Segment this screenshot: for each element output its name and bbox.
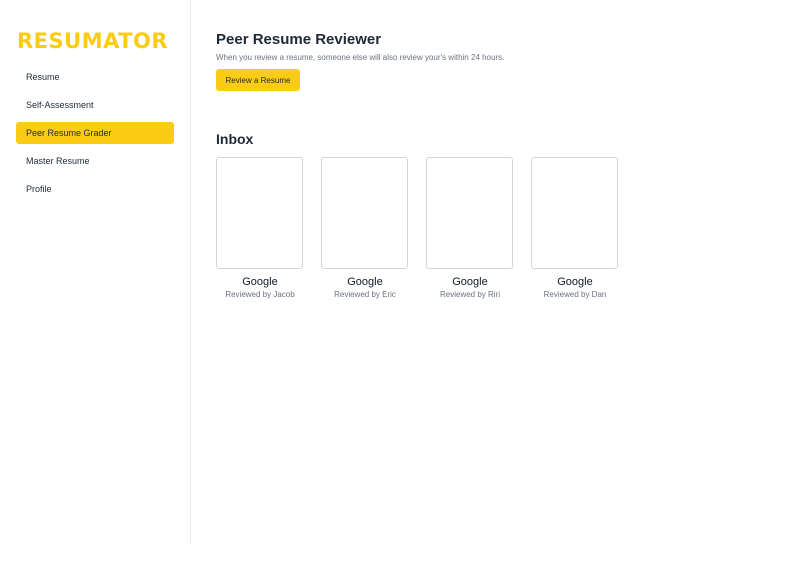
inbox-title: Inbox (216, 131, 254, 147)
resume-thumbnail[interactable] (321, 157, 408, 269)
card-reviewer: Reviewed by Jacob (225, 290, 295, 299)
sidebar-item-master-resume[interactable]: Master Resume (16, 150, 174, 172)
page-subtitle: When you review a resume, someone else w… (216, 53, 505, 62)
card-company: Google (557, 276, 593, 288)
card-reviewer: Reviewed by Dan (543, 290, 607, 299)
sidebar-item-profile[interactable]: Profile (16, 178, 174, 200)
card-reviewer: Reviewed by Eric (334, 290, 396, 299)
card-company: Google (452, 276, 488, 288)
sidebar-item-peer-resume-grader[interactable]: Peer Resume Grader (16, 122, 174, 144)
sidebar-item-self-assessment[interactable]: Self-Assessment (16, 94, 174, 116)
resume-thumbnail[interactable] (216, 157, 303, 269)
sidebar-item-resume[interactable]: Resume (16, 66, 174, 88)
card-company: Google (347, 276, 383, 288)
resume-thumbnail[interactable] (426, 157, 513, 269)
review-resume-button[interactable]: Review a Resume (216, 69, 300, 91)
card-company: Google (242, 276, 278, 288)
inbox-card[interactable]: Google Reviewed by Eric (321, 157, 409, 299)
app-root: RESUMATOR Resume Self-Assessment Peer Re… (0, 0, 806, 573)
card-reviewer: Reviewed by Riri (439, 290, 501, 299)
sidebar-nav: Resume Self-Assessment Peer Resume Grade… (16, 66, 174, 206)
sidebar: RESUMATOR Resume Self-Assessment Peer Re… (0, 0, 191, 545)
resume-thumbnail[interactable] (531, 157, 618, 269)
inbox-card[interactable]: Google Reviewed by Jacob (216, 157, 304, 299)
inbox-card[interactable]: Google Reviewed by Riri (426, 157, 514, 299)
app-logo[interactable]: RESUMATOR (17, 29, 168, 53)
page-title: Peer Resume Reviewer (216, 31, 382, 48)
inbox-card[interactable]: Google Reviewed by Dan (531, 157, 619, 299)
